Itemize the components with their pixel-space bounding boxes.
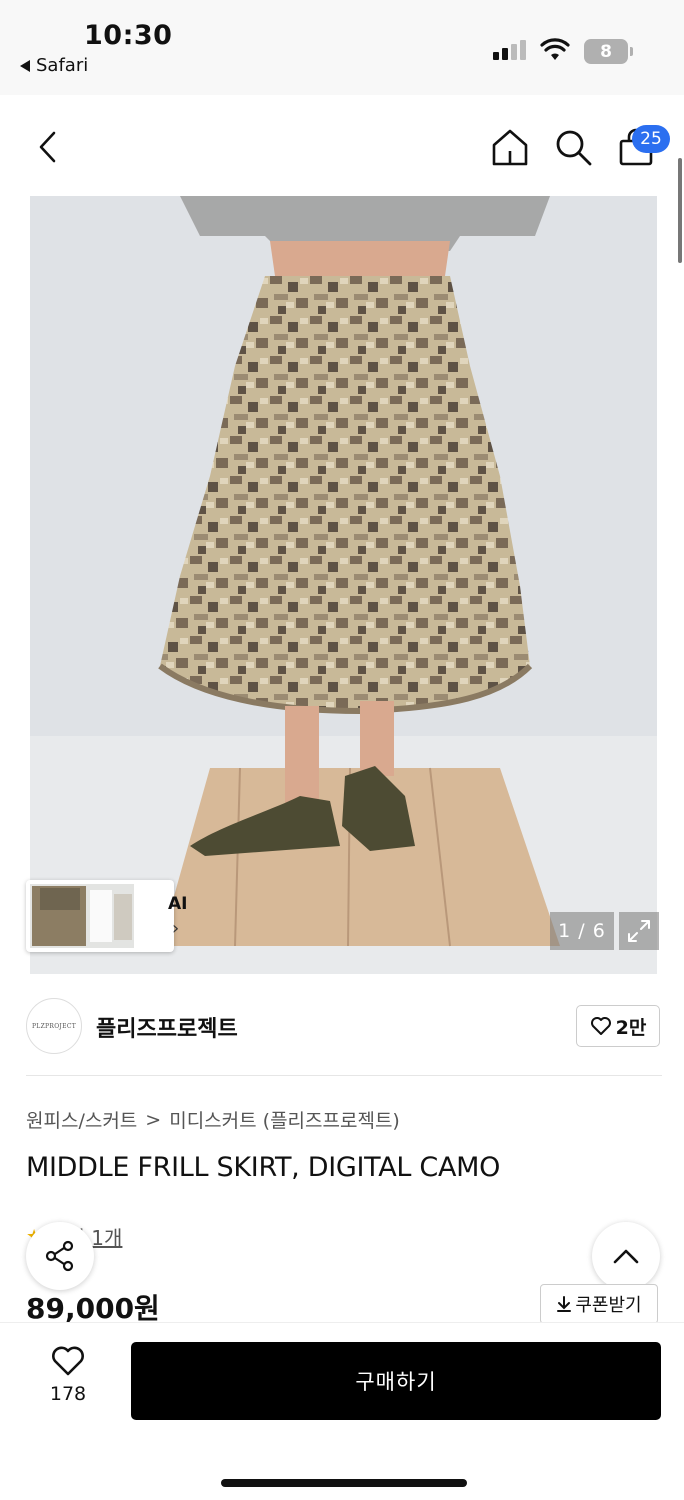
bottom-action-bar: 178 구매하기 [0,1322,684,1500]
back-app-label: Safari [36,55,89,76]
chevron-up-icon [613,1249,639,1264]
back-triangle-icon [20,59,30,72]
status-bar: 10:30 Safari 8 [0,0,684,95]
ai-thumbnail-image [30,884,134,948]
brand-like-count: 2만 [615,1016,647,1039]
wifi-icon [540,38,570,60]
download-icon [557,1296,572,1312]
home-icon [492,129,528,166]
scroll-to-top-button[interactable] [592,1222,660,1290]
back-to-safari[interactable]: Safari [20,55,88,76]
image-page-indicator: 1 / 6 [550,912,614,950]
ai-label: AI [168,894,188,914]
share-button[interactable] [26,1222,94,1290]
battery-cap [630,47,633,56]
wishlist-count: 178 [49,1383,87,1405]
divider [26,1075,662,1076]
coupon-button[interactable]: 쿠폰받기 [540,1284,658,1324]
share-icon [45,1240,74,1272]
cellular-signal-icon [493,40,526,60]
brand-row: PLZPROJECT 플리즈프로젝트 2만 [0,985,684,1075]
expand-icon [628,920,650,942]
search-button[interactable] [551,125,595,169]
breadcrumb-category[interactable]: 원피스/스커트 [26,1106,137,1133]
product-photo [30,196,657,974]
home-button[interactable] [488,125,532,169]
buy-button[interactable]: 구매하기 [131,1342,661,1420]
status-time: 10:30 [84,20,173,51]
breadcrumb-subcategory[interactable]: 미디스커트 (플리즈프로젝트) [169,1106,400,1133]
heart-icon [52,1346,84,1376]
search-icon [556,130,592,166]
chevron-right-icon: › [172,918,180,939]
heart-icon [590,1017,611,1035]
scrollbar[interactable] [678,158,682,263]
ai-recommendation-card[interactable]: AI › [26,880,187,952]
top-navigation [0,95,684,195]
product-title: MIDDLE FRILL SKIRT, DIGITAL CAMO [26,1152,501,1183]
chevron-left-icon [39,131,56,163]
coupon-label: 쿠폰받기 [575,1295,642,1316]
product-price: 89,000원 [26,1292,160,1325]
back-button[interactable] [26,125,70,169]
breadcrumb: 원피스/스커트 > 미디스커트 (플리즈프로젝트) [26,1106,400,1133]
brand-logo[interactable]: PLZPROJECT [26,998,82,1054]
wishlist-button[interactable]: 178 [30,1345,106,1421]
brand-like-button[interactable]: 2만 [576,1005,660,1047]
brand-name[interactable]: 플리즈프로젝트 [96,1011,238,1043]
expand-image-button[interactable] [619,912,659,950]
battery-icon: 8 [584,39,628,64]
cart-count-badge: 25 [632,125,670,153]
product-image[interactable] [30,196,657,974]
home-indicator [221,1479,467,1487]
breadcrumb-separator: > [145,1108,162,1131]
